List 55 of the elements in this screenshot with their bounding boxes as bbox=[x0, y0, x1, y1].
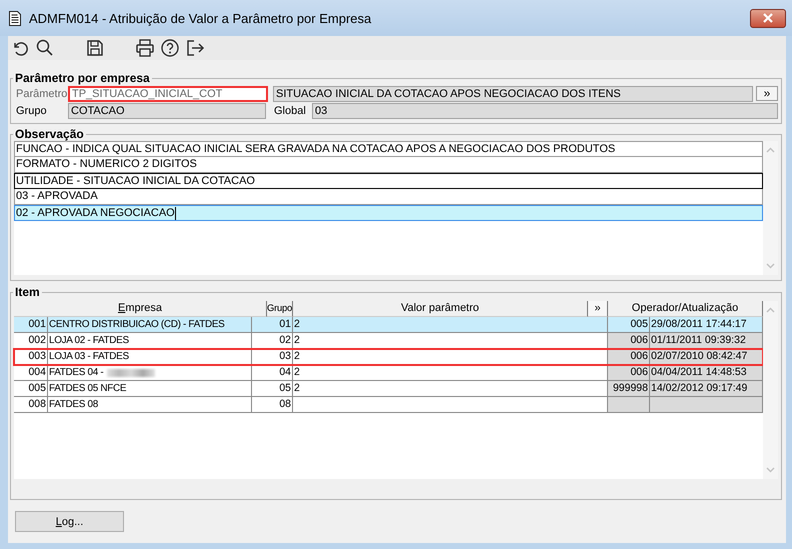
field-label: Parâmetro bbox=[15, 88, 68, 100]
table-cell: LOJA 03 - FATDES bbox=[48, 349, 252, 364]
close-icon bbox=[761, 13, 775, 23]
table-row[interactable]: 003 LOJA 03 - FATDES 03 2 006 02/07/2010 08:42:47 bbox=[14, 349, 763, 365]
table-cell: 14/02/2012 09:17:49 bbox=[650, 381, 763, 396]
global-field: 03 bbox=[312, 102, 778, 118]
table-row[interactable]: 002 LOJA 02 - FATDES 02 2 006 01/11/2011 09:39:32 bbox=[14, 333, 763, 349]
table-row[interactable]: 001 CENTRO DISTRIBUICAO (CD) - FATDES 01 2 005 29/08/2011 17:44:17 bbox=[14, 317, 763, 333]
search-icon[interactable] bbox=[35, 38, 55, 58]
list-item[interactable]: FUNCAO - INDICA QUAL SITUACAO INICIAL SERA GRAVADA NA COTACAO APOS A NEGOCIACAO DOS PRODUTOS bbox=[14, 141, 763, 157]
table-cell: 005 bbox=[14, 381, 48, 396]
table-cell: 006 bbox=[608, 333, 650, 348]
table-cell: 006 bbox=[608, 365, 650, 380]
description-field: SITUACAO INICIAL DA COTACAO APOS NEGOCIACAO DOS ITENS bbox=[273, 86, 753, 102]
cell-text: FATDES 04 - bbox=[49, 366, 104, 380]
expand-button[interactable]: » bbox=[588, 301, 608, 317]
table-cell: 29/08/2011 17:44:17 bbox=[650, 317, 763, 332]
group-title: Observação bbox=[14, 127, 85, 141]
table-cell: CENTRO DISTRIBUICAO (CD) - FATDES bbox=[48, 317, 252, 332]
help-icon[interactable] bbox=[160, 38, 180, 58]
group-title: Item bbox=[14, 285, 41, 299]
table-cell: 003 bbox=[14, 349, 48, 364]
table-row[interactable]: 004 FATDES 04 - 04 2 006 04/04/2011 14:48:53 bbox=[14, 365, 763, 381]
table-cell: 999998 bbox=[608, 381, 650, 396]
table-row[interactable]: 008 FATDES 08 08 bbox=[14, 397, 763, 413]
table-cell: 02/07/2010 08:42:47 bbox=[650, 349, 763, 364]
printer-icon[interactable] bbox=[135, 38, 155, 58]
table-cell: 001 bbox=[14, 317, 48, 332]
table-cell: 006 bbox=[608, 349, 650, 364]
window-title: ADMFM014 - Atribuição de Valor a Parâmetro por Empresa bbox=[29, 10, 372, 26]
document-icon bbox=[9, 10, 21, 26]
table-cell: FATDES 05 NFCE bbox=[48, 381, 252, 396]
list-item[interactable]: UTILIDADE - SITUACAO INICIAL DA COTACAO bbox=[14, 173, 763, 189]
expand-button[interactable]: » bbox=[756, 86, 778, 101]
table-cell: 04/04/2011 14:48:53 bbox=[650, 365, 763, 380]
exit-icon[interactable] bbox=[185, 38, 205, 58]
table-cell: 008 bbox=[14, 397, 48, 412]
table-cell: 01 bbox=[252, 317, 293, 332]
table-cell: 05 bbox=[252, 381, 293, 396]
log-button[interactable]: Log... bbox=[15, 511, 124, 532]
field-label: Grupo bbox=[15, 104, 48, 116]
group-field: COTACAO bbox=[68, 102, 266, 118]
group-title: Parâmetro por empresa bbox=[14, 71, 151, 85]
save-icon[interactable] bbox=[85, 38, 105, 58]
table-cell: FATDES 08 bbox=[48, 397, 252, 412]
field-label: Global bbox=[273, 104, 307, 116]
list-item[interactable]: 02 - APROVADA NEGOCIACAO bbox=[14, 205, 763, 221]
table-row[interactable]: 005 FATDES 05 NFCE 05 2 999998 14/02/2012 09:17:49 bbox=[14, 381, 763, 397]
list-item[interactable]: FORMATO - NUMERICO 2 DIGITOS bbox=[14, 157, 763, 173]
table-cell: 03 bbox=[252, 349, 293, 364]
close-button[interactable] bbox=[750, 8, 786, 28]
table-cell: 08 bbox=[252, 397, 293, 412]
table-cell: 004 bbox=[14, 365, 48, 380]
table-cell: 01/11/2011 09:39:32 bbox=[650, 333, 763, 348]
table-cell: 04 bbox=[252, 365, 293, 380]
